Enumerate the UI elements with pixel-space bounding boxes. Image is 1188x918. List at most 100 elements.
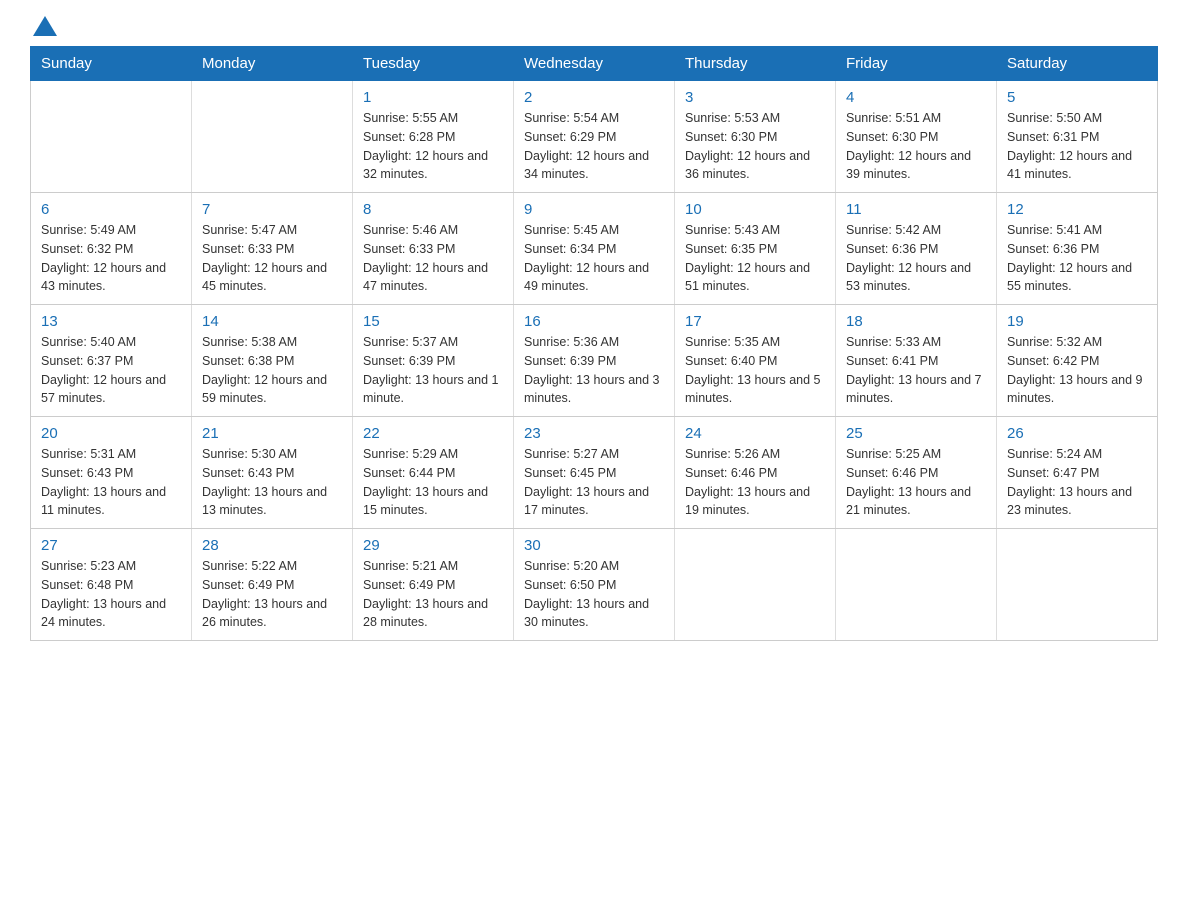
day-number: 20: [41, 425, 181, 442]
day-cell: 9 Sunrise: 5:45 AMSunset: 6:34 PMDaylight…: [514, 193, 675, 305]
day-info: Sunrise: 5:33 AMSunset: 6:41 PMDaylight:…: [846, 333, 986, 408]
day-info: Sunrise: 5:35 AMSunset: 6:40 PMDaylight:…: [685, 333, 825, 408]
day-cell: 6 Sunrise: 5:49 AMSunset: 6:32 PMDaylight…: [31, 193, 192, 305]
day-info: Sunrise: 5:23 AMSunset: 6:48 PMDaylight:…: [41, 557, 181, 632]
day-number: 22: [363, 425, 503, 442]
day-number: 6: [41, 201, 181, 218]
day-cell: 10 Sunrise: 5:43 AMSunset: 6:35 PMDayligh…: [675, 193, 836, 305]
day-number: 19: [1007, 313, 1147, 330]
weekday-header-sunday: Sunday: [31, 47, 192, 81]
day-cell: 23 Sunrise: 5:27 AMSunset: 6:45 PMDayligh…: [514, 417, 675, 529]
day-info: Sunrise: 5:43 AMSunset: 6:35 PMDaylight:…: [685, 221, 825, 296]
day-number: 7: [202, 201, 342, 218]
day-number: 23: [524, 425, 664, 442]
day-cell: 4 Sunrise: 5:51 AMSunset: 6:30 PMDaylight…: [836, 81, 997, 193]
day-cell: [192, 81, 353, 193]
day-cell: 28 Sunrise: 5:22 AMSunset: 6:49 PMDayligh…: [192, 529, 353, 641]
day-cell: 26 Sunrise: 5:24 AMSunset: 6:47 PMDayligh…: [997, 417, 1158, 529]
day-info: Sunrise: 5:45 AMSunset: 6:34 PMDaylight:…: [524, 221, 664, 296]
day-cell: 18 Sunrise: 5:33 AMSunset: 6:41 PMDayligh…: [836, 305, 997, 417]
weekday-header-friday: Friday: [836, 47, 997, 81]
logo: [30, 20, 59, 36]
week-row-2: 6 Sunrise: 5:49 AMSunset: 6:32 PMDaylight…: [31, 193, 1158, 305]
day-number: 14: [202, 313, 342, 330]
day-cell: 24 Sunrise: 5:26 AMSunset: 6:46 PMDayligh…: [675, 417, 836, 529]
weekday-header-tuesday: Tuesday: [353, 47, 514, 81]
day-number: 21: [202, 425, 342, 442]
day-info: Sunrise: 5:55 AMSunset: 6:28 PMDaylight:…: [363, 109, 503, 184]
day-number: 5: [1007, 89, 1147, 106]
weekday-header-wednesday: Wednesday: [514, 47, 675, 81]
day-cell: 3Sunrise: 5:53 AMSunset: 6:30 PMDaylight…: [675, 81, 836, 193]
day-cell: 12 Sunrise: 5:41 AMSunset: 6:36 PMDayligh…: [997, 193, 1158, 305]
calendar-table: SundayMondayTuesdayWednesdayThursdayFrid…: [30, 46, 1158, 641]
day-cell: 5Sunrise: 5:50 AMSunset: 6:31 PMDaylight…: [997, 81, 1158, 193]
day-info: Sunrise: 5:41 AMSunset: 6:36 PMDaylight:…: [1007, 221, 1147, 296]
day-cell: 25 Sunrise: 5:25 AMSunset: 6:46 PMDayligh…: [836, 417, 997, 529]
weekday-header-monday: Monday: [192, 47, 353, 81]
day-cell: 7 Sunrise: 5:47 AMSunset: 6:33 PMDaylight…: [192, 193, 353, 305]
day-cell: 8 Sunrise: 5:46 AMSunset: 6:33 PMDaylight…: [353, 193, 514, 305]
day-info: Sunrise: 5:51 AMSunset: 6:30 PMDaylight:…: [846, 109, 986, 184]
day-cell: [675, 529, 836, 641]
day-cell: 16 Sunrise: 5:36 AMSunset: 6:39 PMDayligh…: [514, 305, 675, 417]
day-info: Sunrise: 5:49 AMSunset: 6:32 PMDaylight:…: [41, 221, 181, 296]
weekday-header-saturday: Saturday: [997, 47, 1158, 81]
day-number: 30: [524, 537, 664, 554]
day-cell: 20Sunrise: 5:31 AMSunset: 6:43 PMDayligh…: [31, 417, 192, 529]
day-info: Sunrise: 5:30 AMSunset: 6:43 PMDaylight:…: [202, 445, 342, 520]
day-number: 8: [363, 201, 503, 218]
day-cell: 2Sunrise: 5:54 AMSunset: 6:29 PMDaylight…: [514, 81, 675, 193]
week-row-3: 13 Sunrise: 5:40 AMSunset: 6:37 PMDayligh…: [31, 305, 1158, 417]
day-info: Sunrise: 5:40 AMSunset: 6:37 PMDaylight:…: [41, 333, 181, 408]
day-cell: 29 Sunrise: 5:21 AMSunset: 6:49 PMDayligh…: [353, 529, 514, 641]
day-number: 10: [685, 201, 825, 218]
day-number: 24: [685, 425, 825, 442]
day-number: 13: [41, 313, 181, 330]
day-number: 26: [1007, 425, 1147, 442]
day-info: Sunrise: 5:38 AMSunset: 6:38 PMDaylight:…: [202, 333, 342, 408]
day-info: Sunrise: 5:27 AMSunset: 6:45 PMDaylight:…: [524, 445, 664, 520]
day-number: 11: [846, 201, 986, 218]
day-info: Sunrise: 5:46 AMSunset: 6:33 PMDaylight:…: [363, 221, 503, 296]
day-number: 15: [363, 313, 503, 330]
day-info: Sunrise: 5:36 AMSunset: 6:39 PMDaylight:…: [524, 333, 664, 408]
day-number: 4: [846, 89, 986, 106]
page-header: [30, 20, 1158, 36]
day-number: 3: [685, 89, 825, 106]
day-info: Sunrise: 5:32 AMSunset: 6:42 PMDaylight:…: [1007, 333, 1147, 408]
day-cell: 13 Sunrise: 5:40 AMSunset: 6:37 PMDayligh…: [31, 305, 192, 417]
weekday-header-thursday: Thursday: [675, 47, 836, 81]
day-info: Sunrise: 5:47 AMSunset: 6:33 PMDaylight:…: [202, 221, 342, 296]
day-number: 2: [524, 89, 664, 106]
day-cell: 30 Sunrise: 5:20 AMSunset: 6:50 PMDayligh…: [514, 529, 675, 641]
day-cell: [31, 81, 192, 193]
day-number: 29: [363, 537, 503, 554]
logo-blue-part: [30, 20, 59, 36]
day-info: Sunrise: 5:26 AMSunset: 6:46 PMDaylight:…: [685, 445, 825, 520]
day-number: 25: [846, 425, 986, 442]
day-number: 17: [685, 313, 825, 330]
day-info: Sunrise: 5:20 AMSunset: 6:50 PMDaylight:…: [524, 557, 664, 632]
day-cell: 21 Sunrise: 5:30 AMSunset: 6:43 PMDayligh…: [192, 417, 353, 529]
day-number: 27: [41, 537, 181, 554]
day-info: Sunrise: 5:42 AMSunset: 6:36 PMDaylight:…: [846, 221, 986, 296]
day-info: Sunrise: 5:25 AMSunset: 6:46 PMDaylight:…: [846, 445, 986, 520]
day-cell: 22Sunrise: 5:29 AMSunset: 6:44 PMDayligh…: [353, 417, 514, 529]
day-cell: 14 Sunrise: 5:38 AMSunset: 6:38 PMDayligh…: [192, 305, 353, 417]
day-info: Sunrise: 5:21 AMSunset: 6:49 PMDaylight:…: [363, 557, 503, 632]
day-number: 18: [846, 313, 986, 330]
day-number: 28: [202, 537, 342, 554]
day-cell: 19 Sunrise: 5:32 AMSunset: 6:42 PMDayligh…: [997, 305, 1158, 417]
week-row-5: 27 Sunrise: 5:23 AMSunset: 6:48 PMDayligh…: [31, 529, 1158, 641]
day-number: 16: [524, 313, 664, 330]
weekday-header-row: SundayMondayTuesdayWednesdayThursdayFrid…: [31, 47, 1158, 81]
day-number: 9: [524, 201, 664, 218]
day-cell: 17 Sunrise: 5:35 AMSunset: 6:40 PMDayligh…: [675, 305, 836, 417]
day-info: Sunrise: 5:37 AMSunset: 6:39 PMDaylight:…: [363, 333, 503, 408]
day-info: Sunrise: 5:24 AMSunset: 6:47 PMDaylight:…: [1007, 445, 1147, 520]
day-info: Sunrise: 5:22 AMSunset: 6:49 PMDaylight:…: [202, 557, 342, 632]
day-cell: [836, 529, 997, 641]
day-number: 12: [1007, 201, 1147, 218]
logo-triangle-icon: [33, 16, 57, 36]
